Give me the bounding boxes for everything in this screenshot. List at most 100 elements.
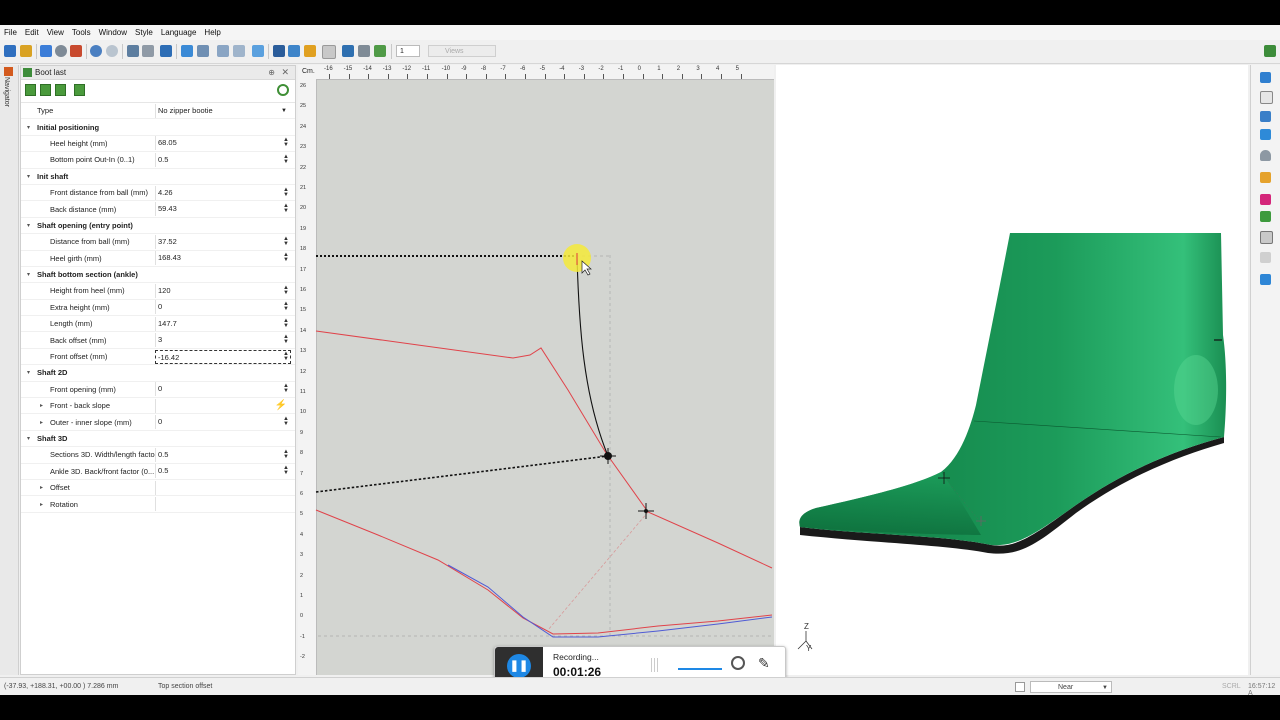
- property-value[interactable]: 4.26: [155, 185, 291, 200]
- shape-tool-icon[interactable]: [342, 45, 354, 57]
- property-row[interactable]: ▸ Front - back slope ⚡: [21, 398, 295, 415]
- menu-item-edit[interactable]: Edit: [21, 28, 43, 37]
- collapse-arrow-icon[interactable]: ▾: [27, 435, 30, 442]
- export-last-icon[interactable]: [74, 84, 85, 96]
- property-row[interactable]: Heel girth (mm) 168.43 ▲ ▼: [21, 251, 295, 267]
- spinner-icon[interactable]: ▲ ▼: [283, 285, 289, 296]
- render-icon[interactable]: [374, 45, 386, 57]
- spinner-icon[interactable]: ▲ ▼: [283, 416, 289, 427]
- spinner-icon[interactable]: ▲ ▼: [283, 351, 289, 362]
- line-tool-icon[interactable]: [181, 45, 193, 57]
- arc-tool-icon[interactable]: [197, 45, 209, 57]
- snap-mode-select[interactable]: Near ▼: [1030, 681, 1112, 693]
- property-category[interactable]: ▾ Shaft 3D: [21, 431, 295, 448]
- zoom-icon[interactable]: [55, 45, 67, 57]
- last-profile-canvas[interactable]: [298, 65, 774, 675]
- property-value[interactable]: 0: [155, 415, 291, 430]
- pan-hand-icon[interactable]: [40, 45, 52, 57]
- webcam-icon[interactable]: [731, 656, 745, 670]
- volume-slider[interactable]: [678, 668, 722, 670]
- pen-icon[interactable]: ✎: [758, 655, 770, 672]
- property-row[interactable]: Bottom point Out-In (0..1) 0.5 ▲ ▼: [21, 152, 295, 169]
- shoe-icon[interactable]: [1260, 150, 1271, 161]
- views-dropdown[interactable]: Views: [428, 45, 496, 57]
- menu-item-style[interactable]: Style: [131, 28, 157, 37]
- pause-button[interactable]: ❚❚: [507, 654, 531, 678]
- property-value[interactable]: 59.43: [155, 202, 291, 217]
- menu-item-file[interactable]: File: [0, 28, 21, 37]
- sole-icon[interactable]: [1260, 211, 1271, 222]
- menu-item-window[interactable]: Window: [95, 28, 131, 37]
- property-value[interactable]: 0.5: [155, 152, 291, 167]
- spinner-icon[interactable]: ▲ ▼: [283, 236, 289, 247]
- property-value[interactable]: 37.52: [155, 234, 291, 249]
- property-category[interactable]: ▾ Shaft opening (entry point): [21, 218, 295, 235]
- property-row[interactable]: Front opening (mm) 0 ▲ ▼: [21, 382, 295, 399]
- spinner-icon[interactable]: ▲ ▼: [283, 203, 289, 214]
- collapse-arrow-icon[interactable]: ▾: [27, 173, 30, 180]
- mirror-icon[interactable]: [217, 45, 229, 57]
- property-category[interactable]: ▾ Initial positioning: [21, 119, 295, 136]
- spinner-icon[interactable]: ▲ ▼: [283, 154, 289, 165]
- spinner-icon[interactable]: ▲ ▼: [283, 449, 289, 460]
- property-value[interactable]: -16.42: [155, 349, 291, 364]
- expand-arrow-icon[interactable]: ▸: [40, 402, 43, 409]
- property-value[interactable]: 120: [155, 283, 291, 298]
- undo-icon[interactable]: [90, 45, 102, 57]
- property-category[interactable]: ▾ Shaft 2D: [21, 365, 295, 382]
- property-value[interactable]: 0: [155, 300, 291, 315]
- menu-item-language[interactable]: Language: [157, 28, 201, 37]
- property-row[interactable]: Distance from ball (mm) 37.52 ▲ ▼: [21, 234, 295, 251]
- view-3d[interactable]: Z Y: [776, 65, 1248, 675]
- spinner-icon[interactable]: ▲ ▼: [283, 301, 289, 312]
- node-select-icon[interactable]: [288, 45, 300, 57]
- heel-icon[interactable]: [1260, 194, 1271, 205]
- expand-arrow-icon[interactable]: ▸: [40, 484, 43, 491]
- property-row[interactable]: Ankle 3D. Back/front factor (0... 0.5 ▲ ▼: [21, 464, 295, 480]
- close-icon[interactable]: ✕: [281, 66, 289, 79]
- navigator-icon[interactable]: [4, 67, 13, 76]
- property-category[interactable]: ▾ Shaft bottom section (ankle): [21, 267, 295, 284]
- menu-item-tools[interactable]: Tools: [68, 28, 95, 37]
- property-row[interactable]: Front distance from ball (mm) 4.26 ▲ ▼: [21, 185, 295, 202]
- boot-3d-model[interactable]: Z Y: [776, 65, 1248, 675]
- property-value[interactable]: [155, 480, 291, 495]
- property-row[interactable]: Back offset (mm) 3 ▲ ▼: [21, 332, 295, 349]
- refresh-icon[interactable]: [277, 84, 289, 96]
- expand-arrow-icon[interactable]: ▸: [40, 419, 43, 426]
- spinner-icon[interactable]: ▲ ▼: [283, 137, 289, 148]
- document-icon[interactable]: [1260, 129, 1271, 140]
- layers-icon[interactable]: [1260, 72, 1271, 83]
- collapse-arrow-icon[interactable]: ▾: [27, 124, 30, 131]
- grid-icon[interactable]: [1260, 231, 1273, 244]
- book-icon[interactable]: [1260, 111, 1271, 122]
- snap-toggle-icon[interactable]: [322, 45, 336, 59]
- property-value[interactable]: 168.43: [155, 251, 291, 266]
- spinner-icon[interactable]: ▲ ▼: [283, 318, 289, 329]
- redo-icon[interactable]: [106, 45, 118, 57]
- view-2d[interactable]: Cm. -16 -15 -14 -13 -12 -11 -10 -9 -8 -7 -6 -5 -4 -3-…: [298, 65, 774, 675]
- property-value[interactable]: No zipper bootie: [155, 103, 291, 118]
- property-row[interactable]: ▸ Rotation: [21, 496, 295, 513]
- property-row[interactable]: Back distance (mm) 59.43 ▲ ▼: [21, 201, 295, 218]
- open-last-icon[interactable]: [40, 84, 51, 96]
- property-row[interactable]: Sections 3D. Width/length factor 0.5 ▲ ▼: [21, 447, 295, 464]
- flatten-icon[interactable]: [1260, 252, 1271, 263]
- property-value[interactable]: [155, 497, 291, 512]
- axis-icon[interactable]: [1260, 274, 1271, 285]
- property-row[interactable]: ▸ Offset: [21, 480, 295, 497]
- spinner-icon[interactable]: ▲ ▼: [283, 252, 289, 263]
- cut-tool-icon[interactable]: [358, 45, 370, 57]
- menu-item-help[interactable]: Help: [200, 28, 224, 37]
- edit-points-icon[interactable]: [127, 45, 139, 57]
- property-value[interactable]: 0.5: [155, 464, 291, 479]
- property-value[interactable]: 3: [155, 333, 291, 348]
- property-row[interactable]: Height from heel (mm) 120 ▲ ▼: [21, 283, 295, 300]
- snap-checkbox[interactable]: [1015, 682, 1025, 692]
- open-folder-icon[interactable]: [20, 45, 32, 57]
- collapse-arrow-icon[interactable]: ▾: [27, 369, 30, 376]
- material-icon[interactable]: [1260, 172, 1271, 183]
- chevron-down-icon[interactable]: ▼: [281, 108, 287, 114]
- drag-handle[interactable]: [651, 658, 659, 672]
- lock-icon[interactable]: [304, 45, 316, 57]
